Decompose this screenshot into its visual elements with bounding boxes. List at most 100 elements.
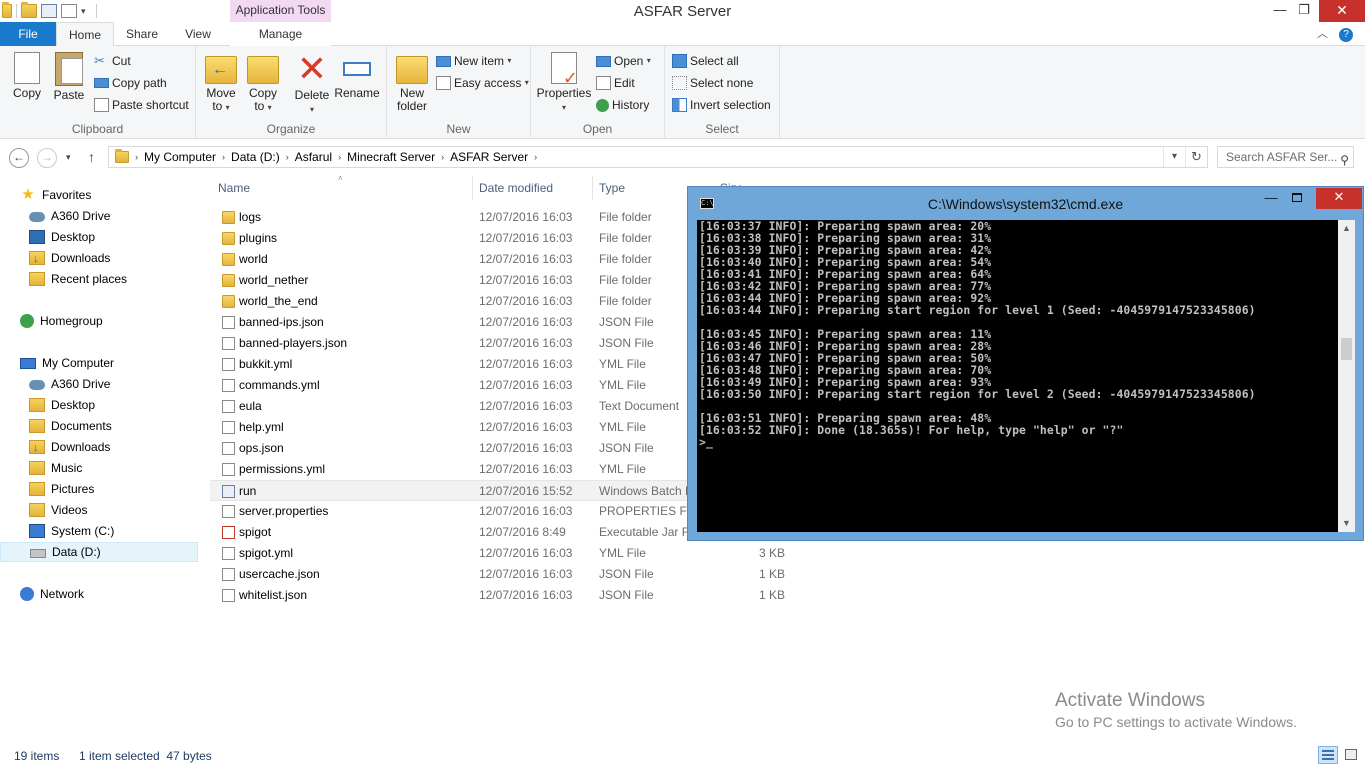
- new-folder-button[interactable]: New folder: [393, 50, 431, 113]
- nav-pc-videos[interactable]: Videos: [0, 500, 198, 520]
- folder-icon: [222, 253, 235, 266]
- invert-selection-button[interactable]: Invert selection: [672, 95, 771, 115]
- cmd-close-button[interactable]: ✕: [1316, 188, 1362, 209]
- file-name: ops.json: [239, 441, 284, 455]
- ribbon-controls[interactable]: ︿ ?: [1315, 22, 1355, 46]
- nav-fav-downloads[interactable]: Downloads: [0, 248, 198, 269]
- easy-access-button[interactable]: Easy access ▾: [436, 73, 529, 93]
- nav-homegroup[interactable]: Homegroup: [0, 311, 198, 331]
- scroll-up-icon[interactable]: ▲: [1338, 220, 1355, 237]
- console-scrollbar[interactable]: ▲ ▼: [1338, 220, 1355, 532]
- large-icons-view-button[interactable]: [1342, 746, 1360, 764]
- console-output[interactable]: [16:03:37 INFO]: Preparing spawn area: 2…: [697, 220, 1338, 532]
- cut-button[interactable]: ✂ Cut: [94, 51, 131, 71]
- maximize-button[interactable]: ❐: [1290, 0, 1318, 22]
- file-row-whitelist-json[interactable]: whitelist.json 12/07/2016 16:03 JSON File 1…: [210, 585, 795, 606]
- help-icon[interactable]: ?: [1339, 28, 1354, 42]
- nav-label: Downloads: [51, 440, 111, 454]
- paste-shortcut-button[interactable]: Paste shortcut: [94, 95, 189, 115]
- back-button[interactable]: ←: [9, 148, 29, 168]
- column-header-type[interactable]: Type: [599, 181, 625, 195]
- nav-pc-downloads[interactable]: Downloads: [0, 437, 198, 458]
- properties-icon: [551, 52, 578, 85]
- history-button[interactable]: History: [596, 95, 649, 115]
- new-item-button[interactable]: New item ▾: [436, 51, 511, 71]
- copy-path-button[interactable]: Copy path: [94, 73, 167, 93]
- file-date: 12/07/2016 16:03: [479, 546, 573, 560]
- select-none-button[interactable]: Select none: [672, 73, 753, 93]
- close-button[interactable]: ✕: [1319, 0, 1365, 22]
- nav-network[interactable]: Network: [0, 584, 198, 604]
- properties-button[interactable]: Properties ▾: [536, 50, 592, 114]
- select-all-button[interactable]: Select all: [672, 51, 739, 71]
- refresh-icon[interactable]: ↻: [1185, 147, 1207, 167]
- file-type: JSON File: [599, 336, 654, 350]
- breadcrumb-asfarul[interactable]: Asfarul: [291, 150, 336, 164]
- move-to-button[interactable]: ← Move to ▾: [202, 50, 240, 114]
- open-button[interactable]: Open ▾: [596, 51, 651, 71]
- nav-favorites[interactable]: ★ Favorites: [0, 185, 198, 205]
- copy-to-button[interactable]: Copy to ▾: [244, 50, 282, 114]
- nav-pc-desktop[interactable]: Desktop: [0, 395, 198, 415]
- chevron-right-icon: ›: [441, 152, 445, 162]
- cmd-title-bar[interactable]: C:\ C:\Windows\system32\cmd.exe — ✕: [688, 187, 1363, 219]
- history-label: History: [612, 98, 650, 112]
- file-row-usercache-json[interactable]: usercache.json 12/07/2016 16:03 JSON File 1…: [210, 564, 795, 585]
- qat-dropdown-icon[interactable]: ▾: [81, 6, 86, 17]
- nav-label: Recent places: [51, 272, 128, 286]
- nav-pc-a360-drive[interactable]: A360 Drive: [0, 374, 198, 394]
- details-view-button[interactable]: [1318, 746, 1338, 764]
- nav-pc-documents[interactable]: Documents: [0, 416, 198, 436]
- nav-fav-a360-drive[interactable]: A360 Drive: [0, 206, 198, 226]
- edit-button[interactable]: Edit: [596, 73, 635, 93]
- nav-fav-desktop[interactable]: Desktop: [0, 227, 198, 247]
- file-row-spigot-yml[interactable]: spigot.yml 12/07/2016 16:03 YML File 3 KB: [210, 543, 795, 564]
- breadcrumb-data-d[interactable]: Data (D:): [227, 150, 284, 164]
- nav-fav-recent-places[interactable]: Recent places: [0, 269, 198, 289]
- file-icon: [222, 442, 235, 455]
- tab-manage[interactable]: Manage: [230, 22, 331, 46]
- select-none-label: Select none: [690, 76, 754, 90]
- column-divider[interactable]: [592, 176, 593, 200]
- nav-pc-music[interactable]: Music: [0, 458, 198, 478]
- nav-pc-data-d[interactable]: Data (D:): [0, 542, 198, 562]
- column-divider[interactable]: [472, 176, 473, 200]
- forward-button[interactable]: →: [37, 148, 57, 168]
- address-bar[interactable]: › My Computer › Data (D:) › Asfarul › Mi…: [108, 146, 1208, 168]
- properties-label: Properties: [536, 86, 592, 100]
- file-icon: [222, 316, 235, 329]
- tab-file[interactable]: File: [0, 22, 56, 46]
- delete-button[interactable]: ✕ Delete ▾: [292, 50, 332, 116]
- properties-icon[interactable]: [41, 4, 57, 18]
- nav-pc-system-c[interactable]: System (C:): [0, 521, 198, 541]
- column-header-name[interactable]: Name: [218, 181, 250, 195]
- tab-view[interactable]: View: [170, 22, 226, 46]
- qat-folder-icon[interactable]: [21, 2, 37, 18]
- recent-locations-dropdown[interactable]: ▾: [66, 152, 71, 163]
- rename-button[interactable]: Rename: [334, 50, 380, 100]
- cmd-window[interactable]: C:\ C:\Windows\system32\cmd.exe — ✕ [16:…: [687, 186, 1364, 541]
- address-dropdown-icon[interactable]: ▾: [1163, 147, 1185, 167]
- tab-home[interactable]: Home: [56, 22, 114, 47]
- nav-pc-pictures[interactable]: Pictures: [0, 479, 198, 499]
- breadcrumb-my-computer[interactable]: My Computer: [140, 150, 220, 164]
- copy-button[interactable]: Copy: [8, 50, 46, 100]
- new-folder-icon[interactable]: [61, 4, 77, 18]
- nav-my-computer[interactable]: My Computer: [0, 353, 198, 373]
- scroll-down-icon[interactable]: ▼: [1338, 515, 1355, 532]
- breadcrumb-asfar-server[interactable]: ASFAR Server: [446, 150, 532, 164]
- chevron-up-icon[interactable]: ︿: [1317, 28, 1328, 40]
- up-button[interactable]: ↑: [88, 149, 95, 165]
- scrollbar-thumb[interactable]: [1341, 338, 1352, 360]
- search-input[interactable]: Search ASFAR Ser... ⚲: [1217, 146, 1354, 168]
- chevron-down-icon: ▾: [66, 152, 71, 162]
- paste-button[interactable]: Paste: [50, 50, 88, 102]
- column-header-date[interactable]: Date modified: [479, 181, 553, 195]
- cmd-maximize-button[interactable]: [1284, 189, 1310, 209]
- tab-share[interactable]: Share: [114, 22, 170, 46]
- cmd-minimize-button[interactable]: —: [1258, 189, 1284, 209]
- breadcrumb-minecraft-server[interactable]: Minecraft Server: [343, 150, 439, 164]
- quick-access-toolbar: ▾: [0, 2, 97, 20]
- chevron-right-icon: ›: [285, 152, 289, 162]
- console-text: [16:03:37 INFO]: Preparing spawn area: 2…: [699, 220, 1256, 449]
